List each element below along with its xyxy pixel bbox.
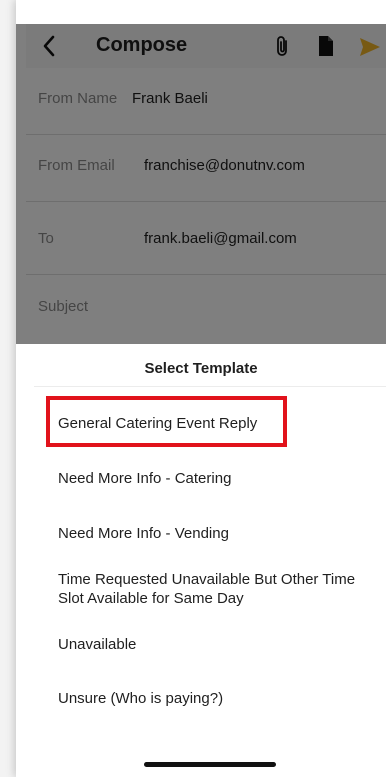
compose-screen: Compose From Name Frank Baeli From Email… <box>16 0 386 777</box>
sheet-title: Select Template <box>144 360 258 377</box>
template-sheet: Select Template General Catering Event R… <box>16 344 386 777</box>
highlight-box <box>46 396 287 447</box>
home-indicator <box>144 762 276 767</box>
template-option-unavailable[interactable]: Unavailable <box>58 635 378 654</box>
template-option-need-more-info-catering[interactable]: Need More Info - Catering <box>58 469 378 488</box>
template-option-unsure[interactable]: Unsure (Who is paying?) <box>58 689 378 708</box>
modal-backdrop[interactable] <box>16 24 386 344</box>
window-edge <box>0 0 16 777</box>
sheet-divider <box>34 386 386 387</box>
template-option-need-more-info-vending[interactable]: Need More Info - Vending <box>58 524 378 543</box>
template-option-time-unavailable[interactable]: Time Requested Unavailable But Other Tim… <box>58 570 358 608</box>
